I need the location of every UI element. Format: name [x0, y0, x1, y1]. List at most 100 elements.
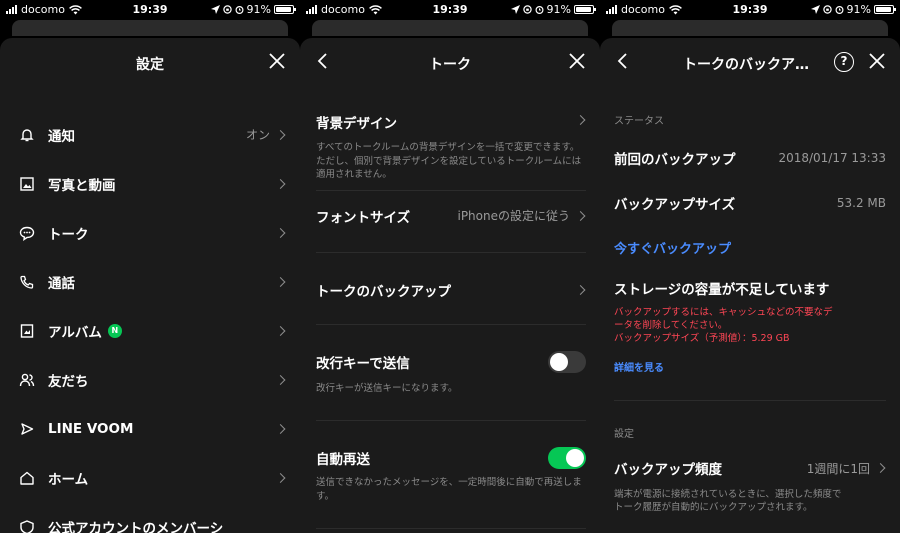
album-icon	[20, 323, 34, 338]
setting-label: トークのバックアップ	[316, 284, 451, 300]
chevron-right-icon	[275, 472, 286, 483]
settings-item-friends[interactable]: 友だち	[0, 355, 300, 404]
voom-icon	[21, 422, 34, 435]
settings-item-albums[interactable]: アルバム N	[0, 306, 300, 355]
auto-resend-toggle[interactable]	[548, 447, 586, 469]
settings-list: 通知 オン 写真と動画 トーク 通話 アルバム N 友だち LINE VOOM …	[0, 110, 300, 533]
home-icon	[20, 471, 34, 485]
setting-background-design[interactable]: 背景デザイン すべてのトークルームの背景デザインを一括で変更できます。ただし、個…	[316, 112, 586, 182]
battery-percent: 91%	[546, 3, 571, 16]
settings-item-label: LINE VOOM	[48, 420, 134, 437]
location-icon	[210, 5, 220, 14]
settings-item-label: ホーム	[48, 471, 89, 488]
location-icon	[810, 5, 820, 14]
nav-bar: 設定	[0, 38, 300, 88]
battery-percent: 91%	[246, 3, 271, 16]
setting-value: iPhoneの設定に従う	[457, 209, 570, 223]
sheet-background-tab	[612, 20, 888, 36]
page-title: トークのバックア…	[683, 57, 809, 73]
settings-item-home[interactable]: ホーム	[0, 453, 300, 502]
close-icon[interactable]	[568, 52, 586, 70]
enter-to-send-toggle[interactable]	[548, 351, 586, 373]
setting-description: すべてのトークルームの背景デザインを一括で変更できます。ただし、個別で背景デザイ…	[316, 142, 582, 180]
close-icon[interactable]	[868, 52, 886, 70]
storage-warning-title: ストレージの容量が不足しています	[614, 282, 830, 298]
backup-frequency-row[interactable]: バックアップ頻度 1週間に1回	[614, 448, 886, 488]
settings-screen: docomo 19:39 91% 設定 通知 オン 写真と動画 トーク 通話 ア…	[0, 0, 300, 533]
divider	[614, 400, 886, 401]
storage-warning-line: ータを削除してください。	[614, 320, 728, 331]
settings-item-notifications[interactable]: 通知 オン	[0, 110, 300, 159]
setting-enter-to-send: 改行キーで送信 改行キーが送信キーになります。	[316, 351, 586, 394]
toggle-knob	[566, 449, 584, 467]
storage-warning-line: バックアップするには、キャッシュなどの不要なデ	[614, 307, 833, 318]
settings-item-label: 写真と動画	[48, 177, 116, 194]
divider	[316, 420, 586, 421]
details-link[interactable]: 詳細を見る	[614, 359, 886, 374]
chat-bubble-icon	[19, 226, 35, 241]
backup-now-button[interactable]: 今すぐバックアップ	[614, 238, 731, 257]
row-label: 前回のバックアップ	[614, 151, 736, 168]
official-account-icon	[20, 519, 34, 533]
setting-chat-backup[interactable]: トークのバックアップ	[316, 280, 586, 300]
screenshot-composite: docomo 19:39 91% 設定 通知 オン 写真と動画 トーク 通話 ア…	[0, 0, 900, 533]
settings-item-label: アルバム	[48, 324, 102, 341]
settings-item-calls[interactable]: 通話	[0, 257, 300, 306]
lock-rotation-icon	[222, 5, 232, 14]
bell-icon	[20, 128, 34, 141]
chevron-right-icon	[275, 178, 286, 189]
battery-icon	[274, 5, 296, 14]
chats-settings-screen: docomo 19:39 91% トーク 背景デザイン すべてのトークルームの背…	[300, 0, 600, 533]
setting-label: 改行キーで送信	[316, 356, 410, 372]
chevron-right-icon	[575, 285, 586, 295]
photo-icon	[20, 176, 34, 191]
settings-item-photos-videos[interactable]: 写真と動画	[0, 159, 300, 208]
page-title: トーク	[429, 57, 471, 73]
storage-warning-line: バックアップサイズ（予測値）：5.29 GB	[614, 333, 790, 344]
chats-sheet: トーク 背景デザイン すべてのトークルームの背景デザインを一括で変更できます。た…	[300, 38, 600, 533]
setting-label: フォントサイズ	[316, 210, 411, 226]
frequency-description-line: トーク履歴が自動的にバックアップされます。	[614, 502, 813, 513]
backup-sheet: トークのバックア… ? ステータス 前回のバックアップ 2018/01/17 1…	[600, 38, 900, 533]
sheet-background-tab	[312, 20, 588, 36]
settings-item-chats[interactable]: トーク	[0, 208, 300, 257]
chevron-right-icon	[875, 463, 886, 473]
settings-item-label: トーク	[48, 226, 89, 243]
status-bar: docomo 19:39 91%	[300, 0, 600, 20]
status-bar: docomo 19:39 91%	[600, 0, 900, 20]
row-label: バックアップサイズ	[614, 196, 736, 213]
settings-item-label: 通話	[48, 275, 75, 292]
battery-percent: 91%	[846, 3, 871, 16]
storage-warning: ストレージの容量が不足しています バックアップするには、キャッシュなどの不要なデ…	[614, 278, 886, 374]
setting-description: 改行キーが送信キーになります。	[316, 383, 458, 394]
lock-rotation-icon	[822, 5, 832, 14]
nav-bar: トーク	[300, 38, 600, 88]
chevron-right-icon	[275, 227, 286, 238]
settings-sheet: 設定 通知 オン 写真と動画 トーク 通話 アルバム N 友だち LINE VO…	[0, 38, 300, 533]
help-icon[interactable]: ?	[834, 52, 854, 72]
section-header-status: ステータス	[614, 116, 664, 127]
phone-icon	[20, 275, 34, 289]
chevron-right-icon	[275, 325, 286, 336]
location-icon	[510, 5, 520, 14]
setting-label: 自動再送	[316, 452, 370, 468]
toggle-knob	[550, 353, 568, 371]
page-title: 設定	[136, 57, 164, 73]
setting-label: 背景デザイン	[316, 116, 397, 132]
settings-item-official-account-membership[interactable]: 公式アカウントのメンバーシ	[0, 502, 300, 533]
backup-content: ステータス 前回のバックアップ 2018/01/17 13:33 バックアップサ…	[614, 112, 886, 514]
section-header-settings: 設定	[614, 429, 634, 440]
close-icon[interactable]	[268, 52, 286, 70]
new-badge: N	[107, 323, 122, 338]
alarm-icon	[535, 6, 544, 14]
settings-item-line-voom[interactable]: LINE VOOM	[0, 404, 300, 453]
chevron-right-icon	[275, 423, 286, 434]
backup-size-row: バックアップサイズ 53.2 MB	[614, 180, 886, 225]
row-label: バックアップ頻度	[614, 462, 722, 478]
chevron-right-icon	[275, 374, 286, 385]
settings-item-label: 友だち	[48, 373, 89, 390]
alarm-icon	[835, 6, 844, 14]
chat-backup-screen: docomo 19:39 91% トークのバックア… ? ステータス 前回のバッ…	[600, 0, 900, 533]
setting-font-size[interactable]: フォントサイズ iPhoneの設定に従う	[316, 206, 586, 226]
divider	[316, 528, 586, 529]
